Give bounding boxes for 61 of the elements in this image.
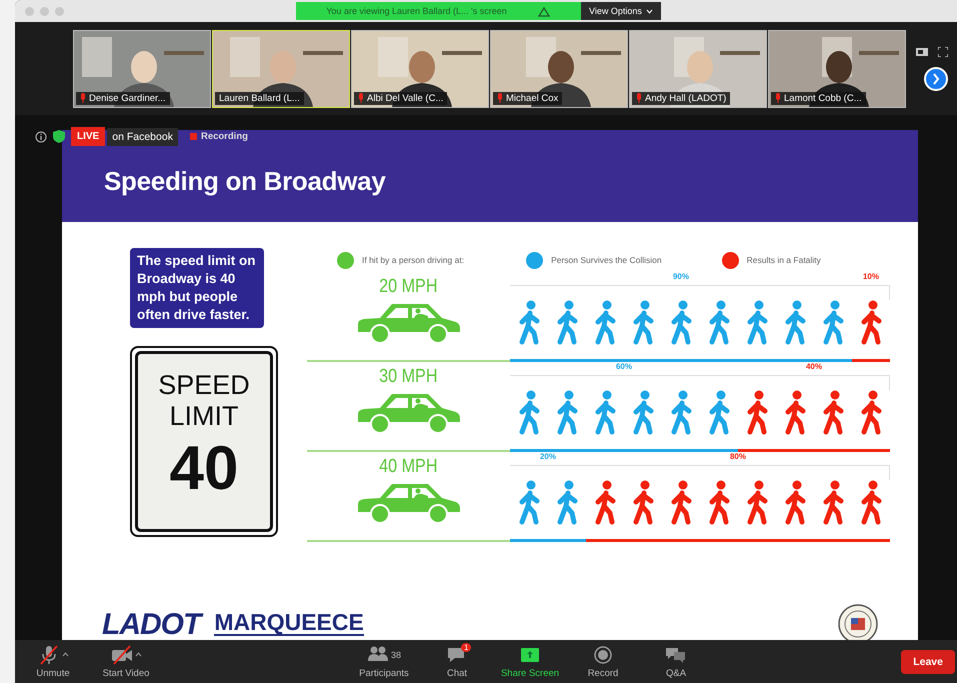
- banner-text: You are viewing Lauren Ballard (L... 's screen: [326, 6, 507, 16]
- toolbar-button[interactable]: Q&A: [641, 644, 711, 678]
- percent-label: 80%: [730, 452, 746, 463]
- notification-badge: 1: [461, 642, 472, 652]
- participant-name: Lamont Cobb (C...: [784, 92, 862, 104]
- marqueece-logo: MARQUEECE: [214, 610, 364, 636]
- next-page-button[interactable]: [924, 66, 948, 90]
- percent-label: 20%: [540, 452, 556, 463]
- speed-label: 30 MPH: [379, 366, 438, 388]
- muted-mic-icon: [80, 93, 86, 103]
- percent-label: 10%: [862, 272, 879, 283]
- callout-text: The speed limit on Broadway is 40 mph but people often drive faster.: [130, 248, 264, 328]
- recording-label: Recording: [200, 131, 248, 142]
- legend-label: Person Survives the Collision: [551, 255, 662, 265]
- toolbar-button[interactable]: Start Video: [91, 644, 161, 678]
- gallery-view-icon[interactable]: [916, 46, 928, 56]
- participant-name: Denise Gardiner...: [89, 92, 166, 104]
- live-platform: on Facebook: [107, 128, 178, 146]
- muted-mic-icon: [775, 93, 781, 103]
- video-tile[interactable]: Lauren Ballard (L...: [212, 30, 350, 108]
- video-tile[interactable]: Lamont Cobb (C...: [768, 30, 906, 108]
- caret-icon[interactable]: [134, 652, 142, 657]
- chevron-icon: [646, 8, 653, 14]
- muted-mic-icon: [497, 93, 503, 103]
- participant-name: Andy Hall (LADOT): [645, 92, 726, 104]
- slide-title: Speeding on Broadway: [104, 166, 386, 196]
- percent-label: 60%: [616, 362, 632, 373]
- chevron-icon: [932, 72, 940, 84]
- triangle-icon: [536, 6, 551, 16]
- sign-text: SPEED: [158, 370, 250, 401]
- toolbar-button[interactable]: Unmute: [18, 644, 88, 678]
- speed-label: 20 MPH: [379, 276, 438, 298]
- live-badge: LIVE: [71, 127, 106, 146]
- shield-icon[interactable]: [53, 130, 65, 143]
- toolbar-button[interactable]: 38 Participants: [349, 644, 419, 678]
- video-tile[interactable]: Denise Gardiner...: [73, 30, 211, 108]
- video-tile[interactable]: Michael Cox: [490, 30, 628, 108]
- muted-mic-icon: [358, 93, 364, 103]
- toolbar-button[interactable]: Chat 1: [422, 644, 492, 678]
- participant-name: Lauren Ballard (L...: [219, 92, 300, 104]
- percent-label: 90%: [672, 272, 689, 283]
- caret-icon[interactable]: [62, 652, 68, 657]
- record-icon: [592, 644, 614, 664]
- toolbar-button[interactable]: Share Screen: [495, 644, 565, 678]
- video-tile[interactable]: Andy Hall (LADOT): [629, 30, 767, 108]
- fullscreen-icon[interactable]: [938, 46, 948, 56]
- sign-text: LIMIT: [169, 401, 238, 432]
- sign-number: 40: [170, 434, 238, 504]
- participant-name: Albi Del Valle (C...: [367, 92, 444, 104]
- legend-label: If hit by a person driving at:: [362, 255, 464, 265]
- participant-count: 38: [390, 650, 401, 660]
- speed-label: 40 MPH: [379, 456, 438, 478]
- percent-label: 40%: [806, 362, 822, 373]
- leave-button[interactable]: Leave: [901, 650, 955, 674]
- view-options-button[interactable]: View Options: [581, 2, 661, 20]
- info-icon[interactable]: [35, 130, 47, 142]
- legend-label: Results in a Fatality: [746, 255, 821, 265]
- video-tile[interactable]: Albi Del Valle (C...: [351, 30, 489, 108]
- participant-name: Michael Cox: [506, 92, 558, 104]
- muted-mic-icon: [636, 93, 642, 103]
- toolbar-button[interactable]: Record: [568, 644, 638, 678]
